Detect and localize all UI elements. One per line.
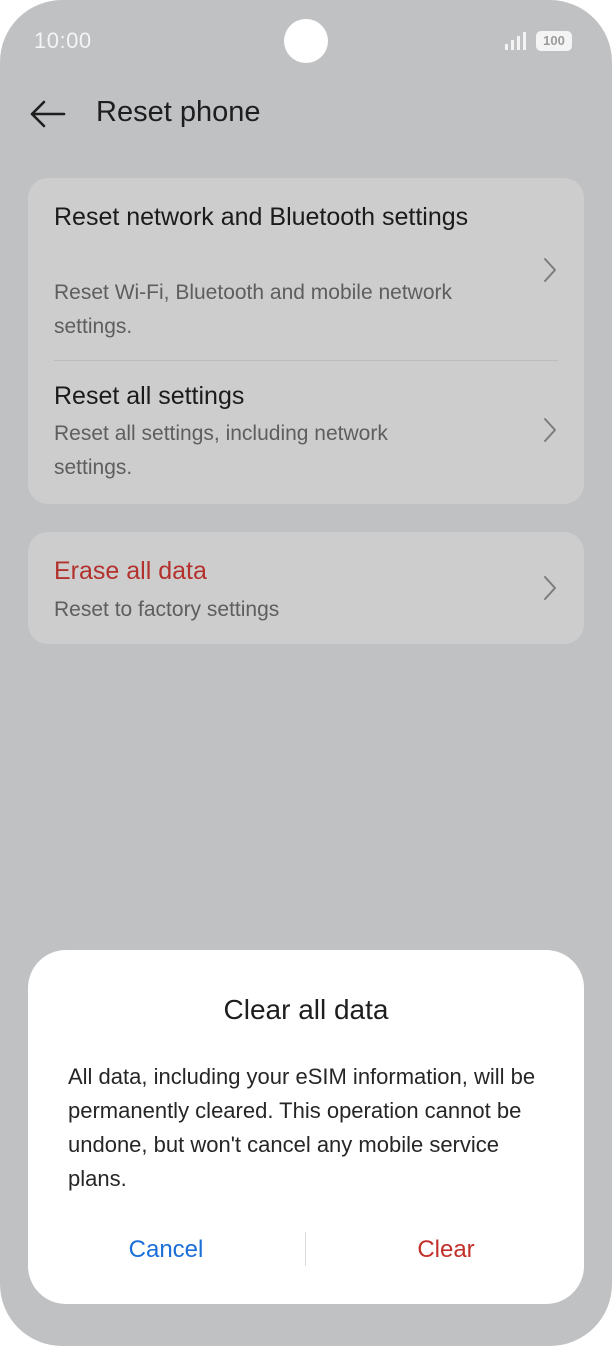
reset-all-settings-subtitle: Reset all settings, including network se… [54,422,388,479]
reset-network-title: Reset network and Bluetooth settings [54,203,469,231]
cancel-button[interactable]: Cancel [66,1230,266,1270]
erase-all-data-subtitle: Reset to factory settings [54,598,280,621]
settings-card-reset: Reset network and Bluetooth settings Res… [28,178,584,504]
dialog-message: All data, including your eSIM informatio… [68,1064,536,1191]
dialog-title: Clear all data [223,994,389,1025]
chevron-right-icon [544,258,556,282]
phone-screen: 10:00 100 Reset phone Reset network and … [0,0,612,1346]
reset-all-settings-title: Reset all settings [54,382,245,410]
clear-button[interactable]: Clear [346,1230,546,1270]
app-header: Reset phone [0,84,612,144]
front-camera-cutout [284,19,328,63]
status-bar: 10:00 100 [0,0,612,80]
page-title: Reset phone [96,96,261,128]
settings-card-erase: Erase all data Reset to factory settings [28,532,584,644]
chevron-right-icon [544,418,556,442]
battery-level: 100 [543,33,565,48]
reset-network-item[interactable]: Reset network and Bluetooth settings Res… [28,178,584,360]
chevron-right-icon [544,576,556,600]
reset-all-settings-item[interactable]: Reset all settings Reset all settings, i… [28,361,584,504]
status-time: 10:00 [34,28,92,53]
erase-all-data-title: Erase all data [54,557,207,585]
clear-data-dialog: Clear all data All data, including your … [28,950,584,1304]
erase-all-data-item[interactable]: Erase all data Reset to factory settings [28,532,584,644]
battery-icon: 100 [536,31,572,51]
arrow-left-icon[interactable] [26,94,70,134]
reset-network-subtitle: Reset Wi-Fi, Bluetooth and mobile networ… [54,281,453,338]
button-divider [305,1232,306,1266]
signal-icon [505,32,526,50]
